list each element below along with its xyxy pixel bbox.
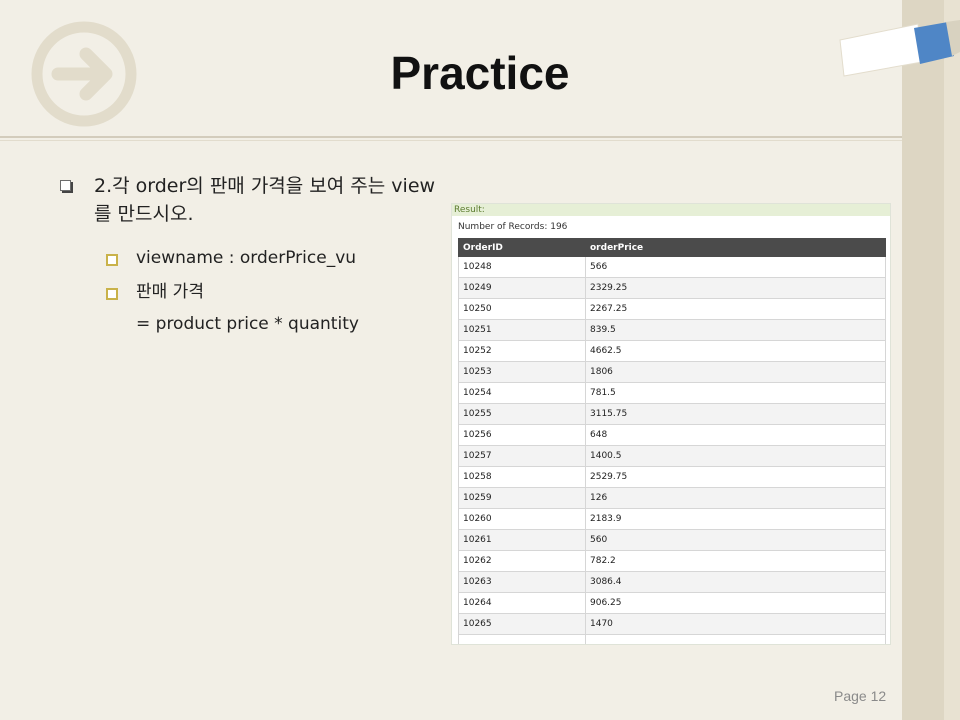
cell-orderprice: 2183.9: [585, 508, 886, 530]
header-divider: [0, 136, 902, 138]
cell-orderprice: 1400.5: [585, 445, 886, 467]
page-number: Page 12: [834, 688, 887, 704]
cell-orderid: 10259: [458, 487, 586, 509]
cell-orderid: 10265: [458, 613, 586, 635]
cell-orderid: 10263: [458, 571, 586, 593]
sub-bullet-icon: [106, 288, 118, 300]
column-header-orderid: OrderID: [458, 238, 586, 257]
cell-orderid: 10248: [458, 256, 586, 278]
cell-orderid: 10255: [458, 403, 586, 425]
sub-bullet-icon: [106, 254, 118, 266]
cell-orderprice: 3115.75: [585, 403, 886, 425]
cell-orderid: 10253: [458, 361, 586, 383]
table-row: 10265 1470: [458, 613, 886, 635]
cell-orderprice: 560: [585, 529, 886, 551]
cell-orderid: [458, 634, 586, 644]
cell-orderid: 10262: [458, 550, 586, 572]
table-row: 10261 560: [458, 529, 886, 551]
cell-orderprice: 2267.25: [585, 298, 886, 320]
table-row: 10253 1806: [458, 361, 886, 383]
sub-item-price-formula: = product price * quantity: [136, 314, 359, 334]
header-divider-thin: [0, 140, 902, 141]
cell-orderid: 10261: [458, 529, 586, 551]
sub-item-viewname: viewname : orderPrice_vu: [136, 248, 357, 268]
right-decor-band: [902, 0, 944, 720]
table-row: 10254 781.5: [458, 382, 886, 404]
table-row: 10264 906.25: [458, 592, 886, 614]
query-result-panel: Result: Number of Records: 196 OrderID o…: [451, 203, 891, 645]
cell-orderid: 10264: [458, 592, 586, 614]
cell-orderid: 10252: [458, 340, 586, 362]
cell-orderid: 10256: [458, 424, 586, 446]
record-count: Number of Records: 196: [458, 222, 568, 232]
cell-orderid: 10249: [458, 277, 586, 299]
table-row: 10248 566: [458, 256, 886, 278]
table-row: 10260 2183.9: [458, 508, 886, 530]
cell-orderprice: [585, 634, 886, 644]
table-row: 10263 3086.4: [458, 571, 886, 593]
cell-orderprice: 126: [585, 487, 886, 509]
table-row: 10255 3115.75: [458, 403, 886, 425]
cell-orderid: 10257: [458, 445, 586, 467]
table-row: 10249 2329.25: [458, 277, 886, 299]
table-row: 10262 782.2: [458, 550, 886, 572]
table-row: 10252 4662.5: [458, 340, 886, 362]
table-row: 10256 648: [458, 424, 886, 446]
square-bullet-icon: [60, 180, 71, 191]
table-row: 10257 1400.5: [458, 445, 886, 467]
cell-orderid: 10251: [458, 319, 586, 341]
table-row: [458, 634, 886, 644]
table-row: 10258 2529.75: [458, 466, 886, 488]
cell-orderprice: 3086.4: [585, 571, 886, 593]
table-row: 10251 839.5: [458, 319, 886, 341]
cell-orderprice: 781.5: [585, 382, 886, 404]
cell-orderid: 10250: [458, 298, 586, 320]
cell-orderprice: 839.5: [585, 319, 886, 341]
result-header: Result:: [452, 204, 890, 216]
cell-orderprice: 1806: [585, 361, 886, 383]
cell-orderprice: 648: [585, 424, 886, 446]
cell-orderid: 10260: [458, 508, 586, 530]
cell-orderprice: 4662.5: [585, 340, 886, 362]
slide-title: Practice: [390, 47, 570, 99]
result-table: OrderID orderPrice 10248 566 10249 2329.25 1…: [458, 238, 886, 644]
table-row: 10250 2267.25: [458, 298, 886, 320]
table-header-row: OrderID orderPrice: [458, 238, 886, 257]
cell-orderprice: 782.2: [585, 550, 886, 572]
item-1-text: 2.각 order의 판매 가격을 보여 주는 view를 만드시오.: [94, 175, 436, 225]
right-decor-stripe: [944, 0, 960, 720]
cell-orderprice: 906.25: [585, 592, 886, 614]
table-row: 10259 126: [458, 487, 886, 509]
cell-orderid: 10254: [458, 382, 586, 404]
cell-orderprice: 2529.75: [585, 466, 886, 488]
cell-orderprice: 2329.25: [585, 277, 886, 299]
cell-orderprice: 1470: [585, 613, 886, 635]
cell-orderprice: 566: [585, 256, 886, 278]
cell-orderid: 10258: [458, 466, 586, 488]
sub-item-price: 판매 가격: [136, 282, 204, 302]
column-header-orderprice: orderPrice: [585, 238, 886, 257]
